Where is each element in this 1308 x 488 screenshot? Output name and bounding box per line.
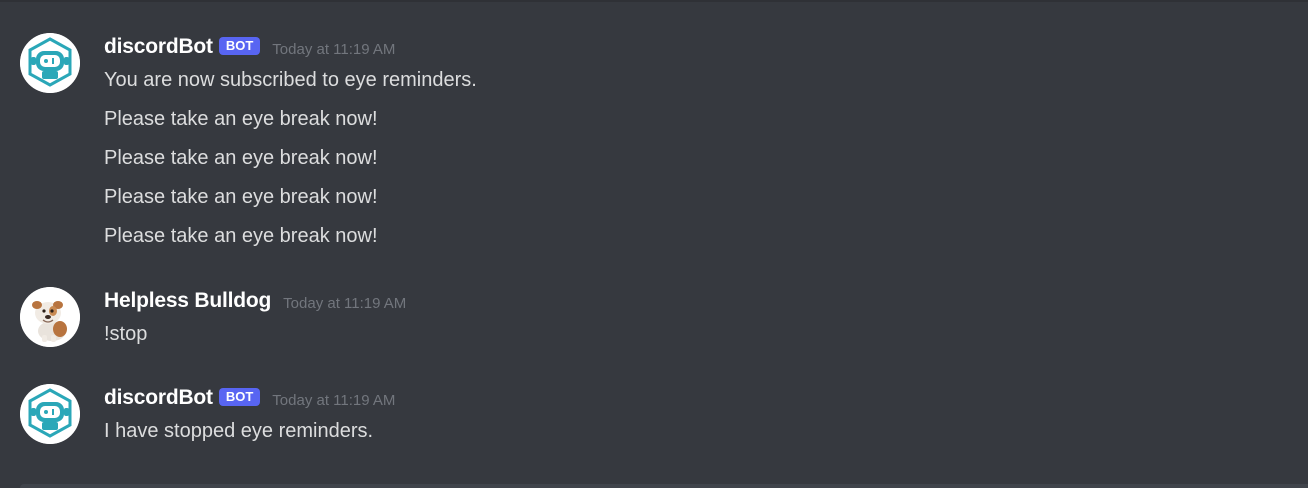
message-header: discordBot BOT Today at 11:19 AM <box>104 33 395 61</box>
message-content: I have stopped eye reminders. <box>104 416 373 455</box>
bot-tag: BOT <box>218 37 261 55</box>
message-line: Please take an eye break now! <box>104 225 378 247</box>
message-line: I have stopped eye reminders. <box>104 420 374 442</box>
message-input-edge <box>20 484 1308 488</box>
message-group: Helpless Bulldog Today at 11:19 AM !stop <box>0 287 1308 357</box>
bot-tag: BOT <box>218 388 261 406</box>
message-header: Helpless Bulldog Today at 11:19 AM <box>104 287 406 315</box>
avatar[interactable] <box>20 287 80 347</box>
message-line: Please take an eye break now! <box>104 186 378 208</box>
robot-icon <box>20 33 80 93</box>
message-line: You are now subscribed to eye reminders. <box>104 69 477 91</box>
message-header: discordBot BOT Today at 11:19 AM <box>104 384 395 412</box>
message-line: Please take an eye break now! <box>104 147 378 169</box>
timestamp[interactable]: Today at 11:19 AM <box>283 295 406 312</box>
bulldog-icon <box>20 287 80 347</box>
message-line: Please take an eye break now! <box>104 108 378 130</box>
message-line: !stop <box>104 323 148 345</box>
avatar[interactable] <box>20 33 80 93</box>
avatar[interactable] <box>20 384 80 444</box>
message-group: discordBot BOT Today at 11:19 AM I have … <box>0 384 1308 454</box>
username[interactable]: discordBot <box>104 386 213 410</box>
timestamp[interactable]: Today at 11:19 AM <box>272 392 395 409</box>
message-content: You are now subscribed to eye reminders.… <box>104 65 477 260</box>
username[interactable]: Helpless Bulldog <box>104 289 271 313</box>
username[interactable]: discordBot <box>104 35 213 59</box>
message-content: !stop <box>104 319 147 358</box>
message-group: discordBot BOT Today at 11:19 AM You are… <box>0 33 1308 263</box>
robot-icon <box>20 384 80 444</box>
chat-top-divider <box>0 0 1308 2</box>
timestamp[interactable]: Today at 11:19 AM <box>272 41 395 58</box>
